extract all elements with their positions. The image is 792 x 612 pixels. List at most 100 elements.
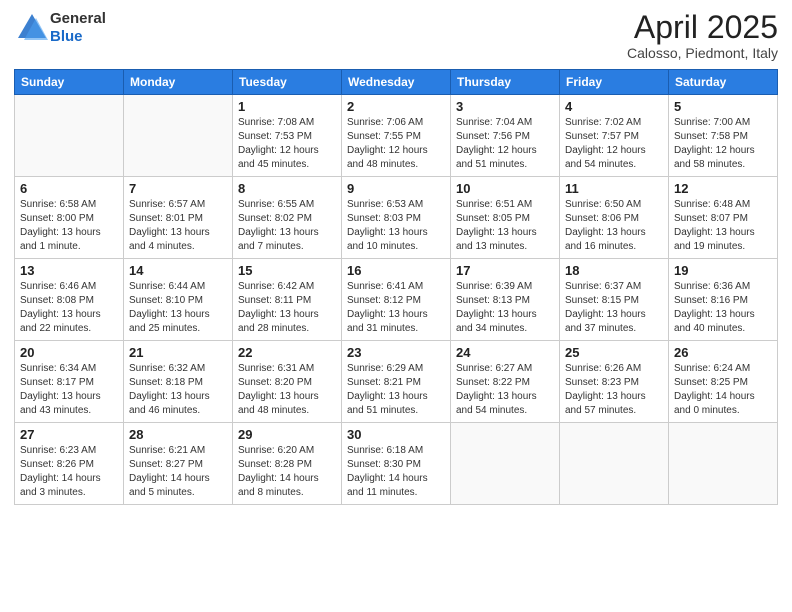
day-cell: 23 Sunrise: 6:29 AMSunset: 8:21 PMDayligh… <box>342 341 451 423</box>
day-number: 14 <box>129 263 227 278</box>
day-cell: 11 Sunrise: 6:50 AMSunset: 8:06 PMDayligh… <box>560 177 669 259</box>
day-cell: 15 Sunrise: 6:42 AMSunset: 8:11 PMDayligh… <box>233 259 342 341</box>
day-info: Sunrise: 6:23 AMSunset: 8:26 PMDaylight:… <box>20 444 118 500</box>
day-info: Sunrise: 6:44 AMSunset: 8:10 PMDaylight:… <box>129 280 227 336</box>
logo-icon <box>14 10 50 46</box>
day-number: 15 <box>238 263 336 278</box>
day-cell <box>451 423 560 505</box>
day-number: 24 <box>456 345 554 360</box>
day-number: 23 <box>347 345 445 360</box>
day-cell: 13 Sunrise: 6:46 AMSunset: 8:08 PMDayligh… <box>15 259 124 341</box>
week-row-1: 1Sunrise: 7:08 AMSunset: 7:53 PMDaylight… <box>15 95 778 177</box>
day-number: 7 <box>129 181 227 196</box>
day-cell: 18Sunrise: 6:37 AMSunset: 8:15 PMDayligh… <box>560 259 669 341</box>
day-info: Sunrise: 6:32 AMSunset: 8:18 PMDaylight:… <box>129 362 227 418</box>
day-cell: 3 Sunrise: 7:04 AMSunset: 7:56 PMDaylight… <box>451 95 560 177</box>
logo-blue: Blue <box>50 28 106 46</box>
col-header-saturday: Saturday <box>669 70 778 95</box>
day-number: 29 <box>238 427 336 442</box>
day-cell: 22 Sunrise: 6:31 AMSunset: 8:20 PMDayligh… <box>233 341 342 423</box>
day-info: Sunrise: 6:20 AMSunset: 8:28 PMDaylight:… <box>238 444 336 500</box>
calendar-table: SundayMondayTuesdayWednesdayThursdayFrid… <box>14 69 778 505</box>
day-number: 30 <box>347 427 445 442</box>
day-info: Sunrise: 7:02 AMSunset: 7:57 PMDaylight:… <box>565 116 663 172</box>
day-cell: 17 Sunrise: 6:39 AMSunset: 8:13 PMDayligh… <box>451 259 560 341</box>
day-info: Sunrise: 6:18 AMSunset: 8:30 PMDaylight:… <box>347 444 445 500</box>
day-number: 19 <box>674 263 772 278</box>
day-cell: 12Sunrise: 6:48 AMSunset: 8:07 PMDayligh… <box>669 177 778 259</box>
col-header-sunday: Sunday <box>15 70 124 95</box>
day-info: Sunrise: 6:55 AMSunset: 8:02 PMDaylight:… <box>238 198 336 254</box>
day-number: 16 <box>347 263 445 278</box>
day-number: 25 <box>565 345 663 360</box>
week-row-4: 20 Sunrise: 6:34 AMSunset: 8:17 PMDayligh… <box>15 341 778 423</box>
day-cell: 1Sunrise: 7:08 AMSunset: 7:53 PMDaylight… <box>233 95 342 177</box>
week-row-2: 6 Sunrise: 6:58 AMSunset: 8:00 PMDaylight… <box>15 177 778 259</box>
logo: General Blue <box>14 10 106 46</box>
day-cell: 25 Sunrise: 6:26 AMSunset: 8:23 PMDayligh… <box>560 341 669 423</box>
day-info: Sunrise: 7:04 AMSunset: 7:56 PMDaylight:… <box>456 116 554 172</box>
day-info: Sunrise: 7:06 AMSunset: 7:55 PMDaylight:… <box>347 116 445 172</box>
day-info: Sunrise: 6:39 AMSunset: 8:13 PMDaylight:… <box>456 280 554 336</box>
col-header-wednesday: Wednesday <box>342 70 451 95</box>
day-number: 20 <box>20 345 118 360</box>
day-cell: 27 Sunrise: 6:23 AMSunset: 8:26 PMDayligh… <box>15 423 124 505</box>
day-cell: 20 Sunrise: 6:34 AMSunset: 8:17 PMDayligh… <box>15 341 124 423</box>
calendar-subtitle: Calosso, Piedmont, Italy <box>627 45 778 61</box>
day-number: 9 <box>347 181 445 196</box>
day-info: Sunrise: 7:08 AMSunset: 7:53 PMDaylight:… <box>238 116 336 172</box>
day-info: Sunrise: 6:57 AMSunset: 8:01 PMDaylight:… <box>129 198 227 254</box>
calendar-title: April 2025 <box>627 10 778 45</box>
day-info: Sunrise: 7:00 AMSunset: 7:58 PMDaylight:… <box>674 116 772 172</box>
day-info: Sunrise: 6:27 AMSunset: 8:22 PMDaylight:… <box>456 362 554 418</box>
day-info: Sunrise: 6:31 AMSunset: 8:20 PMDaylight:… <box>238 362 336 418</box>
day-cell: 28 Sunrise: 6:21 AMSunset: 8:27 PMDayligh… <box>124 423 233 505</box>
header-row: SundayMondayTuesdayWednesdayThursdayFrid… <box>15 70 778 95</box>
day-number: 8 <box>238 181 336 196</box>
day-cell <box>669 423 778 505</box>
day-info: Sunrise: 6:21 AMSunset: 8:27 PMDaylight:… <box>129 444 227 500</box>
day-number: 28 <box>129 427 227 442</box>
day-number: 27 <box>20 427 118 442</box>
day-number: 13 <box>20 263 118 278</box>
day-info: Sunrise: 6:42 AMSunset: 8:11 PMDaylight:… <box>238 280 336 336</box>
day-info: Sunrise: 6:41 AMSunset: 8:12 PMDaylight:… <box>347 280 445 336</box>
header: General Blue April 2025 Calosso, Piedmon… <box>14 10 778 61</box>
day-number: 11 <box>565 181 663 196</box>
day-info: Sunrise: 6:26 AMSunset: 8:23 PMDaylight:… <box>565 362 663 418</box>
day-cell: 30 Sunrise: 6:18 AMSunset: 8:30 PMDayligh… <box>342 423 451 505</box>
day-number: 3 <box>456 99 554 114</box>
day-cell: 21Sunrise: 6:32 AMSunset: 8:18 PMDayligh… <box>124 341 233 423</box>
day-number: 17 <box>456 263 554 278</box>
col-header-friday: Friday <box>560 70 669 95</box>
day-number: 4 <box>565 99 663 114</box>
day-number: 6 <box>20 181 118 196</box>
day-info: Sunrise: 6:29 AMSunset: 8:21 PMDaylight:… <box>347 362 445 418</box>
day-cell: 2 Sunrise: 7:06 AMSunset: 7:55 PMDaylight… <box>342 95 451 177</box>
day-cell <box>560 423 669 505</box>
day-number: 5 <box>674 99 772 114</box>
col-header-thursday: Thursday <box>451 70 560 95</box>
day-cell: 9 Sunrise: 6:53 AMSunset: 8:03 PMDaylight… <box>342 177 451 259</box>
day-info: Sunrise: 6:53 AMSunset: 8:03 PMDaylight:… <box>347 198 445 254</box>
day-info: Sunrise: 6:34 AMSunset: 8:17 PMDaylight:… <box>20 362 118 418</box>
col-header-monday: Monday <box>124 70 233 95</box>
day-cell: 5 Sunrise: 7:00 AMSunset: 7:58 PMDaylight… <box>669 95 778 177</box>
day-number: 12 <box>674 181 772 196</box>
day-info: Sunrise: 6:46 AMSunset: 8:08 PMDaylight:… <box>20 280 118 336</box>
day-number: 2 <box>347 99 445 114</box>
day-cell: 14 Sunrise: 6:44 AMSunset: 8:10 PMDayligh… <box>124 259 233 341</box>
week-row-3: 13 Sunrise: 6:46 AMSunset: 8:08 PMDayligh… <box>15 259 778 341</box>
day-cell: 4 Sunrise: 7:02 AMSunset: 7:57 PMDaylight… <box>560 95 669 177</box>
day-number: 26 <box>674 345 772 360</box>
week-row-5: 27 Sunrise: 6:23 AMSunset: 8:26 PMDayligh… <box>15 423 778 505</box>
day-number: 18 <box>565 263 663 278</box>
day-cell: 10Sunrise: 6:51 AMSunset: 8:05 PMDayligh… <box>451 177 560 259</box>
day-cell <box>15 95 124 177</box>
page: General Blue April 2025 Calosso, Piedmon… <box>0 0 792 612</box>
day-info: Sunrise: 6:50 AMSunset: 8:06 PMDaylight:… <box>565 198 663 254</box>
day-cell <box>124 95 233 177</box>
day-info: Sunrise: 6:58 AMSunset: 8:00 PMDaylight:… <box>20 198 118 254</box>
day-number: 22 <box>238 345 336 360</box>
day-cell: 29 Sunrise: 6:20 AMSunset: 8:28 PMDayligh… <box>233 423 342 505</box>
